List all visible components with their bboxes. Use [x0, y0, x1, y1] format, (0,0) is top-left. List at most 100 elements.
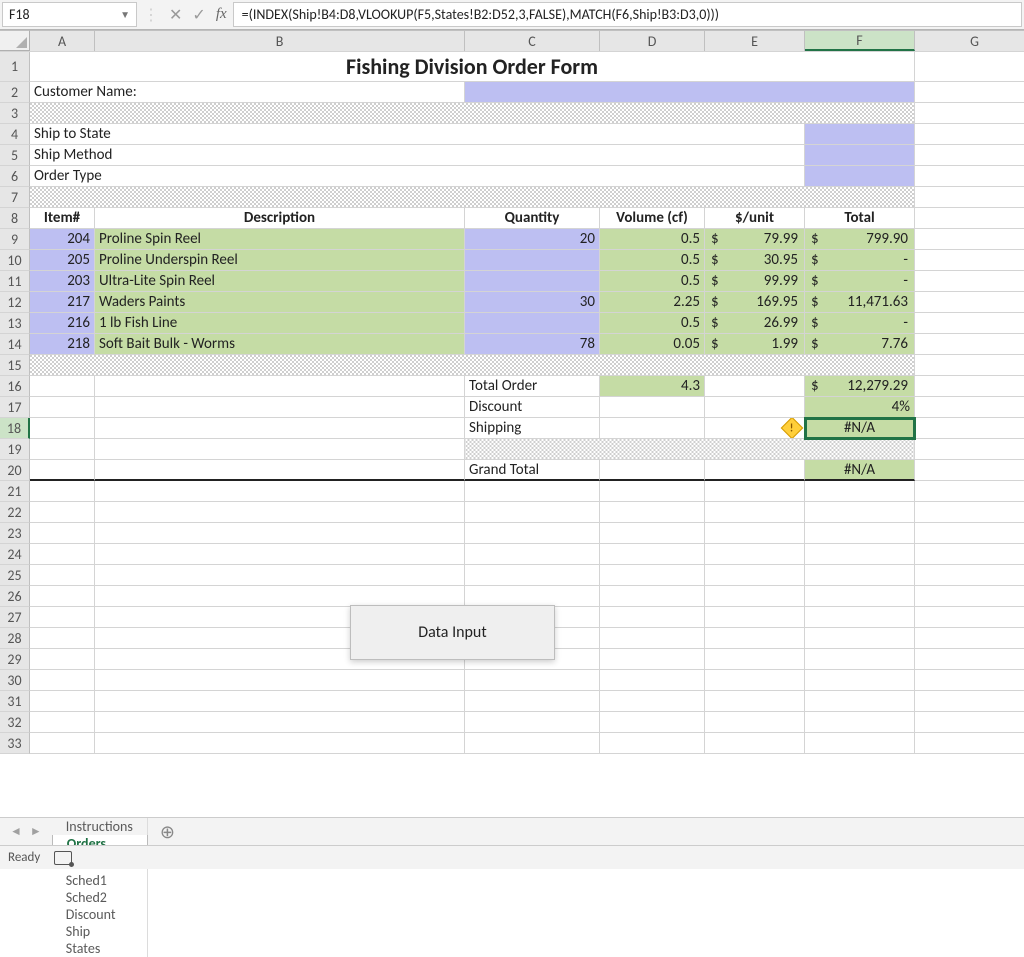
input-ship-method[interactable]: [805, 145, 915, 166]
sheet-tab-instructions[interactable]: Instructions: [52, 818, 148, 835]
cell-vol[interactable]: 0.05: [600, 334, 705, 355]
col-header-B[interactable]: B: [95, 30, 465, 51]
row-header[interactable]: 22: [0, 502, 30, 523]
cell-vol[interactable]: 0.5: [600, 229, 705, 250]
cell-qty[interactable]: 20: [465, 229, 600, 250]
data-input-button[interactable]: Data Input: [350, 605, 555, 660]
cell-item[interactable]: 203: [30, 271, 95, 292]
row-header[interactable]: 11: [0, 271, 30, 292]
cell-unit[interactable]: $169.95: [705, 292, 805, 313]
row-header[interactable]: 5: [0, 145, 30, 166]
input-order-type[interactable]: [805, 166, 915, 187]
input-customer-name[interactable]: [465, 82, 915, 103]
sheet-tab-sched2[interactable]: Sched2: [52, 889, 148, 906]
row-header[interactable]: 6: [0, 166, 30, 187]
row-header[interactable]: 13: [0, 313, 30, 334]
cell-item[interactable]: 217: [30, 292, 95, 313]
cell-unit[interactable]: $79.99: [705, 229, 805, 250]
row-header[interactable]: 7: [0, 187, 30, 208]
cell-total[interactable]: $11,471.63: [805, 292, 915, 313]
row-header[interactable]: 30: [0, 670, 30, 691]
sheet-tab-discount[interactable]: Discount: [52, 906, 148, 923]
col-header-C[interactable]: C: [465, 30, 600, 51]
cell-item[interactable]: 218: [30, 334, 95, 355]
tab-prev-icon[interactable]: ◄: [10, 824, 22, 839]
row-header[interactable]: 20: [0, 460, 30, 481]
cell-vol[interactable]: 0.5: [600, 250, 705, 271]
row-header[interactable]: 27: [0, 607, 30, 628]
cell-qty[interactable]: [465, 271, 600, 292]
macro-record-icon[interactable]: [54, 851, 72, 865]
spreadsheet-grid[interactable]: A B C D E F G 1 Fishing Division Order F…: [0, 30, 1024, 817]
cell-desc[interactable]: Proline Spin Reel: [95, 229, 465, 250]
row-header[interactable]: 25: [0, 565, 30, 586]
select-all-corner[interactable]: [0, 30, 30, 51]
sheet-tab-sched1[interactable]: Sched1: [52, 872, 148, 889]
row-header[interactable]: 17: [0, 397, 30, 418]
row-header[interactable]: 21: [0, 481, 30, 502]
cell-total[interactable]: $-: [805, 313, 915, 334]
cell-total[interactable]: $799.90: [805, 229, 915, 250]
row-header[interactable]: 32: [0, 712, 30, 733]
cell-total-vol[interactable]: 4.3: [600, 376, 705, 397]
cell-item[interactable]: 204: [30, 229, 95, 250]
col-header-D[interactable]: D: [600, 30, 705, 51]
formula-input[interactable]: =(INDEX(Ship!B4:D8,VLOOKUP(F5,States!B2:…: [233, 2, 1022, 27]
cell-total[interactable]: $-: [805, 250, 915, 271]
error-warning-icon[interactable]: !: [781, 418, 804, 439]
row-header[interactable]: 24: [0, 544, 30, 565]
row-header[interactable]: 28: [0, 628, 30, 649]
row-header[interactable]: 2: [0, 82, 30, 103]
cell-total[interactable]: $-: [805, 271, 915, 292]
new-sheet-button[interactable]: ⊕: [148, 818, 187, 845]
row-header[interactable]: 16: [0, 376, 30, 397]
cell-desc[interactable]: Waders Paints: [95, 292, 465, 313]
row-header[interactable]: 26: [0, 586, 30, 607]
cell-qty[interactable]: 30: [465, 292, 600, 313]
cell-item[interactable]: 205: [30, 250, 95, 271]
cell-vol[interactable]: 0.5: [600, 271, 705, 292]
row-header[interactable]: 10: [0, 250, 30, 271]
row-header[interactable]: 3: [0, 103, 30, 124]
enter-icon[interactable]: ✓: [192, 5, 205, 25]
row-header[interactable]: 31: [0, 691, 30, 712]
row-header[interactable]: 9: [0, 229, 30, 250]
cell-desc[interactable]: 1 lb Fish Line: [95, 313, 465, 334]
row-header[interactable]: 15: [0, 355, 30, 376]
cell-grand-total[interactable]: #N/A: [805, 460, 915, 481]
row-header[interactable]: 19: [0, 439, 30, 460]
col-header-G[interactable]: G: [915, 30, 1024, 51]
row-header[interactable]: 18: [0, 418, 30, 439]
cell-shipping[interactable]: #N/A: [805, 418, 915, 439]
cell-item[interactable]: 216: [30, 313, 95, 334]
row-header[interactable]: 14: [0, 334, 30, 355]
cell-qty[interactable]: 78: [465, 334, 600, 355]
row-header[interactable]: 23: [0, 523, 30, 544]
name-box[interactable]: F18 ▼: [2, 2, 137, 27]
cell-vol[interactable]: 0.5: [600, 313, 705, 334]
cell-discount[interactable]: 4%: [805, 397, 915, 418]
cell-qty[interactable]: [465, 313, 600, 334]
sheet-tab-ship[interactable]: Ship: [52, 923, 148, 940]
cell-unit[interactable]: $30.95: [705, 250, 805, 271]
row-header[interactable]: 8: [0, 208, 30, 229]
cancel-icon[interactable]: ✕: [169, 5, 182, 25]
tab-next-icon[interactable]: ►: [30, 824, 42, 839]
sheet-tab-states[interactable]: States: [52, 940, 148, 957]
input-ship-state[interactable]: [805, 124, 915, 145]
col-header-F[interactable]: F: [805, 30, 915, 51]
fx-icon[interactable]: fx: [216, 6, 227, 23]
row-header[interactable]: 1: [0, 52, 30, 82]
cell-desc[interactable]: Proline Underspin Reel: [95, 250, 465, 271]
cell-total-amount[interactable]: $12,279.29: [805, 376, 915, 397]
row-header[interactable]: 29: [0, 649, 30, 670]
col-header-E[interactable]: E: [705, 30, 805, 51]
cell-unit[interactable]: $26.99: [705, 313, 805, 334]
row-header[interactable]: 33: [0, 733, 30, 754]
row-header[interactable]: 4: [0, 124, 30, 145]
cell-total[interactable]: $7.76: [805, 334, 915, 355]
cell-desc[interactable]: Ultra-Lite Spin Reel: [95, 271, 465, 292]
cell-qty[interactable]: [465, 250, 600, 271]
cell-desc[interactable]: Soft Bait Bulk - Worms: [95, 334, 465, 355]
cell-vol[interactable]: 2.25: [600, 292, 705, 313]
